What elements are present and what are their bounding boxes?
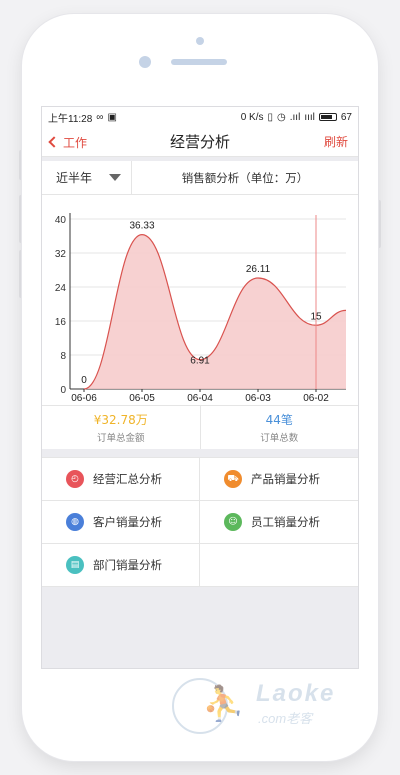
- back-label: 工作: [63, 135, 88, 150]
- y-tick-label: 40: [55, 215, 67, 226]
- order-amount-value: ¥32.78万: [93, 412, 148, 427]
- period-value: 近半年: [56, 171, 93, 185]
- app-screen: 上午11:28 ∞ ▣ 0 K/s ▯ ◷ .ııl ıııl 67 工作 经营…: [41, 106, 359, 669]
- menu-item-label: 经营汇总分析: [93, 472, 162, 486]
- data-label: 6.91: [190, 356, 210, 367]
- menu-item-label: 员工销量分析: [251, 515, 320, 529]
- battery-level: 67: [340, 111, 352, 123]
- menu-item-employee-sales[interactable]: ☺ 员工销量分析: [200, 501, 358, 544]
- data-label: 36.33: [129, 221, 154, 232]
- menu-item-business-summary[interactable]: ◴ 经营汇总分析: [42, 458, 200, 501]
- signal-2-icon: ıııl: [304, 111, 315, 123]
- menu-item-customer-sales[interactable]: ◍ 客户销量分析: [42, 501, 200, 544]
- analysis-menu: ◴ 经营汇总分析 ⛟ 产品销量分析 ◍ 客户销量分析 ☺ 员工销量分析 ▤ 部门…: [42, 457, 358, 587]
- order-count-value: 44笔: [265, 412, 293, 427]
- laoke-watermark: ⛹ Laoke .com老客: [172, 678, 352, 734]
- status-time: 上午11:28: [48, 113, 93, 125]
- menu-item-department-sales[interactable]: ▤ 部门销量分析: [42, 544, 200, 587]
- battery-icon: [318, 113, 337, 121]
- y-tick-label: 0: [60, 385, 66, 396]
- y-tick-label: 16: [55, 317, 67, 328]
- proximity-sensor: [139, 56, 151, 68]
- x-tick-label: 06-06: [71, 393, 97, 404]
- front-camera: [196, 37, 204, 45]
- signal-icon: .ııl: [289, 111, 301, 123]
- device-frame: 上午11:28 ∞ ▣ 0 K/s ▯ ◷ .ııl ıııl 67 工作 经营…: [0, 0, 400, 775]
- menu-item-product-sales[interactable]: ⛟ 产品销量分析: [200, 458, 358, 501]
- refresh-button[interactable]: 刷新: [324, 127, 348, 157]
- y-tick-label: 32: [55, 249, 67, 260]
- menu-item-label: 产品销量分析: [251, 472, 320, 486]
- x-tick-label: 06-03: [245, 393, 271, 404]
- back-button[interactable]: 工作: [48, 127, 88, 157]
- x-tick-label: 06-02: [303, 393, 329, 404]
- globe-icon: ◍: [66, 513, 84, 531]
- chart-title: 销售额分析（单位：万）: [181, 170, 309, 185]
- page-title: 经营分析: [169, 133, 230, 151]
- caret-down-icon: [109, 174, 121, 181]
- person-icon: ☺: [224, 513, 242, 531]
- sales-chart: 0 8 16 24 32 40 0 36.33 6.91 26.11 15 06-06 06-05 06-…: [42, 195, 358, 405]
- chart-svg: 0 8 16 24 32 40 0 36.33 6.91 26.11 15 06-06 06-05 06-…: [55, 213, 347, 404]
- period-dropdown[interactable]: 近半年: [42, 161, 132, 194]
- menu-item-label: 客户销量分析: [93, 515, 162, 529]
- watermark-sub: .com老客: [258, 711, 313, 726]
- status-right: 0 K/s ▯ ◷ .ııl ıııl 67: [241, 112, 352, 123]
- menu-item-empty: [200, 544, 358, 587]
- vibrate-icon: ▯: [267, 111, 274, 123]
- calendar-icon: ▤: [66, 556, 84, 574]
- x-tick-label: 06-05: [129, 393, 155, 404]
- network-speed: 0 K/s: [240, 111, 264, 123]
- data-label: 0: [81, 375, 87, 386]
- y-tick-label: 8: [60, 351, 66, 362]
- earpiece-speaker: [171, 59, 227, 65]
- message-icon: ▣: [107, 111, 117, 123]
- order-amount-summary: ¥32.78万 订单总金额: [42, 406, 200, 449]
- summary-bar: ¥32.78万 订单总金额 44笔 订单总数: [42, 405, 358, 449]
- data-label: 26.11: [246, 264, 271, 275]
- nav-bar: 工作 经营分析 刷新: [42, 127, 358, 157]
- watermark-figure-icon: ⛹: [202, 684, 245, 724]
- infinity-icon: ∞: [96, 111, 104, 123]
- status-left: 上午11:28 ∞ ▣: [48, 110, 117, 125]
- cart-icon: ⛟: [224, 470, 242, 488]
- status-bar: 上午11:28 ∞ ▣ 0 K/s ▯ ◷ .ııl ıııl 67: [42, 107, 358, 127]
- data-label: 15: [310, 311, 322, 322]
- filter-bar: 近半年 销售额分析（单位：万）: [42, 161, 358, 195]
- order-count-label: 订单总数: [260, 432, 299, 444]
- chevron-left-icon: [48, 136, 60, 148]
- order-count-summary: 44笔 订单总数: [199, 406, 359, 449]
- y-tick-label: 24: [55, 283, 67, 294]
- gauge-icon: ◴: [66, 470, 84, 488]
- watermark-brand: Laoke: [256, 680, 336, 707]
- order-amount-label: 订单总金额: [96, 432, 145, 444]
- x-tick-label: 06-04: [187, 393, 213, 404]
- alarm-icon: ◷: [277, 111, 286, 123]
- menu-item-label: 部门销量分析: [93, 558, 162, 572]
- sales-area: [84, 234, 346, 389]
